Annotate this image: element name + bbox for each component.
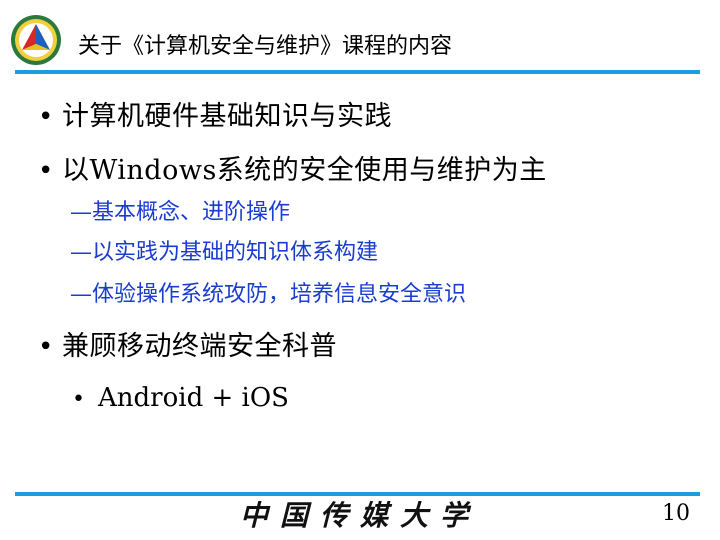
slide: 关于《计算机安全与维护》课程的内容 • 计算机硬件基础知识与实践 • 以Wind… <box>0 0 720 540</box>
sub-bullet-item: • Android + iOS <box>72 382 289 414</box>
bullet-icon: • <box>38 102 54 132</box>
university-calligraphy-logo: 中国传媒大学 <box>239 499 480 532</box>
bullet-icon: • <box>38 156 54 186</box>
bullet-text: 计算机硬件基础知识与实践 <box>62 101 392 132</box>
bullet-text: 以Windows系统的安全使用与维护为主 <box>62 155 547 186</box>
bullet-text: 兼顾移动终端安全科普 <box>62 331 337 362</box>
bullet-icon: • <box>72 387 85 412</box>
bullet-item: • 以Windows系统的安全使用与维护为主 <box>38 154 547 188</box>
sub-bullet-text: Android + iOS <box>98 383 289 413</box>
bullet-icon: • <box>38 332 54 362</box>
sub-item: —体验操作系统攻防，培养信息安全意识 <box>70 282 467 307</box>
sub-item: —以实践为基础的知识体系构建 <box>70 240 379 265</box>
sub-item: —基本概念、进阶操作 <box>70 200 291 225</box>
bullet-item: • 兼顾移动终端安全科普 <box>38 330 337 364</box>
bullet-item: • 计算机硬件基础知识与实践 <box>38 100 392 134</box>
slide-content: • 计算机硬件基础知识与实践 • 以Windows系统的安全使用与维护为主 —基… <box>0 0 720 540</box>
page-number: 10 <box>662 501 690 526</box>
